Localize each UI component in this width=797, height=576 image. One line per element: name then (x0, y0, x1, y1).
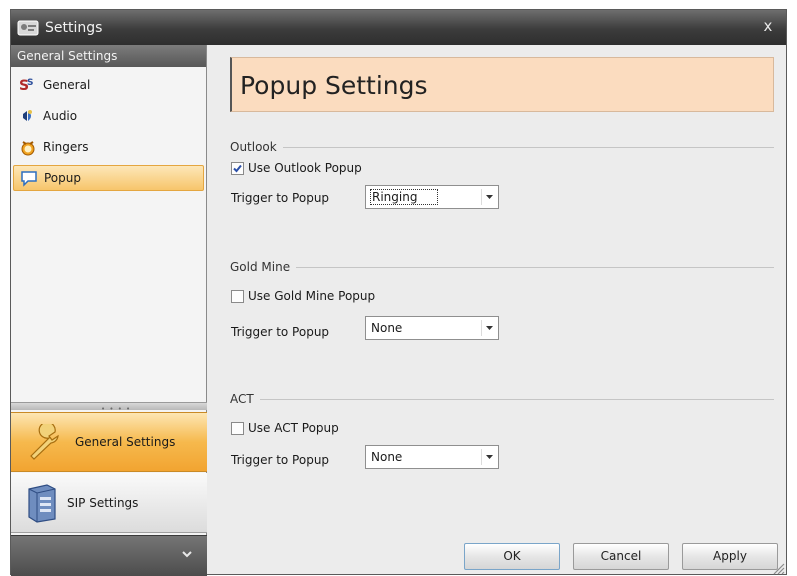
sidebar-item-ringers[interactable]: Ringers (13, 134, 204, 160)
dropdown-arrow-icon[interactable] (481, 449, 496, 465)
sidebar-item-label: General (43, 78, 91, 92)
trigger-select-gold-mine[interactable]: None (365, 316, 499, 340)
trigger-label-gold-mine: Trigger to Popup (231, 325, 330, 339)
sip-server-icon (28, 483, 56, 523)
trigger-label-act: Trigger to Popup (231, 453, 330, 467)
section-title-text: Gold Mine (230, 260, 291, 274)
sidebar: General Settings S S General Audio Ringe… (11, 45, 207, 576)
apply-button[interactable]: Apply (682, 543, 778, 570)
sip-settings-nav-button[interactable]: SIP Settings (11, 473, 207, 533)
sidebar-item-popup[interactable]: Popup (13, 165, 204, 191)
sidebar-item-label: Ringers (43, 140, 89, 154)
chevron-down-icon[interactable] (181, 548, 193, 560)
general-settings-nav-button[interactable]: General Settings (11, 412, 207, 472)
use-outlook-popup-checkbox[interactable]: Use Outlook Popup (231, 161, 362, 175)
resize-grip-icon[interactable] (771, 561, 785, 575)
checkbox-label: Use Gold Mine Popup (248, 289, 376, 303)
use-act-popup-checkbox[interactable]: Use ACT Popup (231, 421, 339, 435)
select-value: Ringing (369, 189, 439, 205)
sip-settings-label: SIP Settings (67, 495, 139, 510)
section-title-gold-mine: Gold Mine (230, 260, 774, 274)
trigger-select-outlook[interactable]: Ringing (365, 185, 499, 209)
svg-text:S: S (27, 78, 33, 88)
general-settings-icon: S S (19, 76, 37, 94)
checkbox-label: Use ACT Popup (248, 421, 339, 435)
section-title-act: ACT (230, 392, 774, 406)
checkmark-icon (233, 164, 242, 172)
ok-button[interactable]: OK (464, 543, 560, 570)
checkbox-label: Use Outlook Popup (248, 161, 362, 175)
checkbox-unchecked[interactable] (231, 421, 244, 435)
general-settings-label: General Settings (75, 435, 176, 449)
trigger-label-outlook: Trigger to Popup (231, 191, 330, 205)
audio-icon (19, 107, 37, 125)
settings-app-icon (17, 20, 39, 35)
settings-window: Settings x General Settings S S General (10, 9, 787, 576)
cancel-button[interactable]: Cancel (573, 543, 669, 570)
section-divider (296, 266, 774, 268)
section-title-outlook: Outlook (230, 140, 774, 154)
title-bar[interactable]: Settings x (11, 10, 786, 45)
main-content: Popup Settings Outlook Use Outlook Popup… (208, 45, 786, 576)
trigger-select-act[interactable]: None (365, 445, 499, 469)
sidebar-item-label: Popup (44, 171, 81, 185)
window-title: Settings (45, 19, 103, 36)
select-value: None (371, 450, 403, 464)
popup-speech-bubble-icon (20, 169, 38, 187)
section-divider (259, 398, 774, 400)
select-value: None (371, 321, 403, 335)
page-title: Popup Settings (230, 57, 774, 112)
checkbox-unchecked[interactable] (231, 289, 244, 303)
sidebar-header: General Settings (11, 45, 206, 67)
section-title-text: ACT (230, 392, 254, 406)
section-divider (282, 146, 774, 148)
checkbox-checked[interactable] (231, 161, 244, 175)
sidebar-footer (11, 535, 207, 576)
dropdown-arrow-icon[interactable] (481, 320, 496, 336)
sidebar-item-label: Audio (43, 109, 78, 123)
close-button[interactable]: x (760, 18, 776, 34)
ringers-icon (19, 138, 37, 156)
use-gold-mine-popup-checkbox[interactable]: Use Gold Mine Popup (231, 289, 375, 303)
sidebar-item-audio[interactable]: Audio (13, 103, 204, 129)
sidebar-splitter[interactable]: • • • • (11, 402, 207, 413)
section-title-text: Outlook (230, 140, 277, 154)
dropdown-arrow-icon[interactable] (481, 189, 496, 205)
sidebar-item-general[interactable]: S S General (13, 72, 204, 98)
wrench-icon (30, 424, 59, 460)
